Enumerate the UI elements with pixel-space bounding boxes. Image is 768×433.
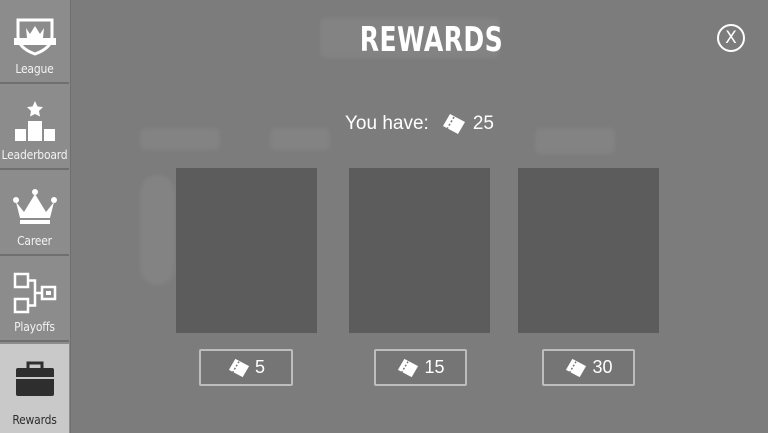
reward-card-1[interactable] [176, 168, 317, 333]
sidebar-item-rewards[interactable]: Rewards [0, 344, 69, 433]
sidebar-item-label: Career [17, 234, 52, 248]
shield-crown-icon [0, 12, 69, 58]
briefcase-icon [0, 356, 69, 402]
reward-card-3[interactable] [518, 168, 659, 333]
close-button[interactable]: X [717, 24, 745, 52]
sidebar-item-league[interactable]: League [0, 0, 69, 84]
reward-cost: 15 [424, 357, 445, 377]
reward-cost: 5 [254, 357, 265, 377]
reward-card-2[interactable] [349, 168, 490, 333]
sidebar-item-career[interactable]: Career [0, 172, 69, 256]
sidebar-item-label: League [15, 62, 54, 76]
podium-icon [0, 98, 69, 144]
sidebar-item-label: Rewards [12, 413, 57, 427]
buy-reward-3-button[interactable]: 30 [542, 349, 635, 386]
background-art [270, 128, 330, 150]
balance-label: You have: [345, 113, 429, 134]
ticket-icon [441, 112, 467, 136]
background-art [535, 128, 615, 154]
ticket-icon [396, 357, 420, 379]
background-art [140, 128, 220, 150]
reward-cost: 30 [592, 357, 613, 377]
sidebar-item-leaderboard[interactable]: Leaderboard [0, 86, 69, 170]
sidebar-item-playoffs[interactable]: Playoffs [0, 258, 69, 342]
bracket-icon [0, 270, 69, 316]
buy-reward-2-button[interactable]: 15 [374, 349, 467, 386]
sidebar-item-label: Playoffs [14, 320, 55, 334]
page-title: REWARDS [359, 20, 504, 60]
close-icon: X [725, 27, 737, 48]
sidebar-item-label: Leaderboard [1, 148, 68, 162]
background-art [140, 175, 175, 285]
ticket-icon [564, 357, 588, 379]
ticket-balance: You have: 25 [345, 112, 494, 136]
sidebar: League Leaderboard Career Playoffs Rewar… [0, 0, 71, 433]
balance-amount: 25 [472, 113, 494, 134]
buy-reward-1-button[interactable]: 5 [199, 349, 293, 386]
ticket-icon [227, 357, 251, 379]
crown-icon [0, 184, 69, 230]
rewards-screen: League Leaderboard Career Playoffs Rewar… [0, 0, 768, 433]
